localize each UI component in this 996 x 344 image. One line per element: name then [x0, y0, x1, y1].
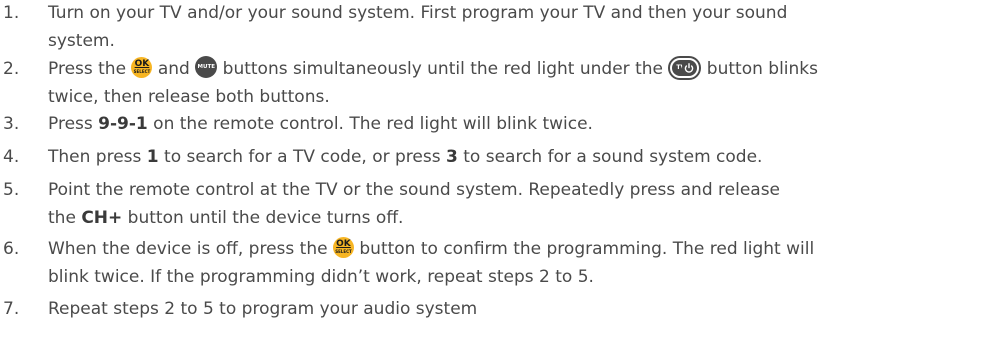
step-text: Repeat steps 2 to 5 to program your audi… — [48, 299, 478, 319]
step-text: Then press 1 to search for a TV code, or… — [48, 147, 763, 167]
ok-select-icon: OK SELECT — [332, 236, 354, 258]
ok-select-icon: OK SELECT — [131, 56, 153, 78]
step-text: Turn on your TV and/or your sound system… — [48, 3, 788, 51]
step-number: 1. — [3, 3, 20, 23]
power-icon — [682, 61, 697, 75]
mute-icon: MUTE — [195, 56, 218, 78]
step-text: Press the OK SELECT and MUTE buttons simu… — [48, 56, 988, 111]
step-text: Press 9-9-1 on the remote control. The r… — [48, 114, 593, 134]
step-number: 2. — [3, 59, 20, 79]
step-number: 4. — [3, 147, 20, 167]
step-number: 6. — [3, 239, 20, 259]
tv-power-icon: TV — [668, 56, 702, 80]
step-number: 3. — [3, 114, 20, 134]
instructions-page: 1. Turn on your TV and/or your sound sys… — [0, 0, 996, 344]
step-number: 5. — [3, 180, 20, 200]
step-text: Point the remote control at the TV or th… — [48, 180, 781, 228]
step-number: 7. — [3, 299, 20, 319]
step-text: When the device is off, press the OK SELE… — [48, 236, 815, 287]
